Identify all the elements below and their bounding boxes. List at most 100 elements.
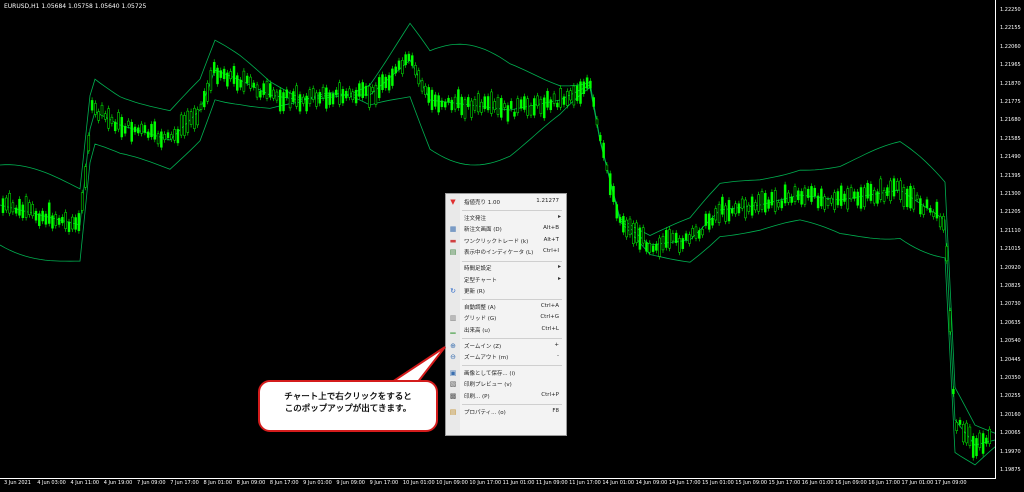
time-label: 15 Jun 17:00 [768, 480, 801, 486]
candle-body [391, 68, 394, 86]
candle-body [463, 99, 467, 119]
menu-item-label: 更新 (R) [464, 289, 485, 296]
candle-body [661, 236, 665, 251]
submenu-arrow-icon: ▸ [557, 212, 561, 220]
menu-item[interactable]: ▦ 新注文画面 (D) Alt+B [446, 224, 566, 235]
candle-body [305, 95, 308, 112]
candle-body [589, 80, 592, 89]
grid-icon: ▥ [449, 314, 457, 323]
candle-body [783, 184, 787, 204]
candle-body [981, 433, 985, 454]
time-label: 14 Jun 01:00 [602, 480, 635, 486]
price-label: 1.21965 [1000, 62, 1021, 69]
candle-body [87, 135, 91, 152]
menu-item-label: 新注文画面 (D) [464, 227, 502, 234]
candle-body [575, 85, 579, 101]
candle-body [298, 94, 302, 112]
candle-body [199, 103, 203, 110]
menu-item[interactable]: ▧ 印刷プレビュー (v) [446, 379, 566, 390]
candle-body [872, 189, 876, 204]
candle-body [820, 188, 823, 207]
menu-item[interactable]: 時間足設定 ▸ [446, 263, 566, 274]
menu-item[interactable]: ▼ 指値売り 1.00 1.21277 [446, 197, 566, 208]
candle-body [896, 181, 899, 191]
candle-body [397, 60, 401, 70]
callout-text: チャート上で右クリックをすると このポップアップが出てきます。 [260, 391, 436, 415]
menu-item[interactable]: ▬ ワンクリックトレード (k) Alt+T [446, 236, 566, 247]
sell-arrow-icon: ▼ [450, 198, 456, 206]
candle-body [909, 185, 912, 209]
candle-body [150, 123, 153, 138]
candle-body [123, 126, 127, 134]
candle-body [585, 77, 589, 89]
candle-body [364, 85, 368, 96]
zoom-out-icon: ⊖ [450, 353, 456, 362]
menu-item[interactable]: ⊖ ズームアウト (m) - [446, 352, 566, 363]
candle-body [130, 121, 133, 142]
candle-body [915, 194, 919, 200]
menu-item[interactable]: 自動調整 (A) Ctrl+A [446, 302, 566, 313]
candle-body [153, 121, 157, 140]
menu-item[interactable]: ⊕ ズームイン (Z) + [446, 341, 566, 352]
candle-body [104, 113, 107, 120]
candle-body [457, 89, 460, 109]
menu-item[interactable]: ▁ 出来高 (u) Ctrl+L [446, 325, 566, 336]
menu-item-label: ズームアウト (m) [464, 355, 509, 362]
candle-body [665, 230, 668, 248]
candle-body [546, 90, 549, 108]
candle-body [929, 207, 932, 213]
candle-body [176, 129, 180, 144]
menu-item[interactable]: ▣ 画像として保存... (i) [446, 368, 566, 379]
candle-body [255, 84, 259, 98]
menu-item-shortcut: F8 [552, 407, 559, 414]
candle-body [714, 208, 718, 221]
candle-body [519, 99, 523, 109]
candle-body [325, 87, 328, 109]
candle-body [925, 199, 929, 208]
candle-body [351, 91, 355, 100]
candle-body [612, 186, 615, 202]
menu-item[interactable]: ▩ 印刷... (P) Ctrl+P [446, 391, 566, 402]
candle-body [338, 82, 341, 105]
menu-item[interactable]: ▥ グリッド (G) Ctrl+G [446, 313, 566, 324]
candle-body [816, 195, 820, 209]
candle-body [430, 89, 434, 110]
menu-item-label: 画像として保存... (i) [464, 370, 516, 377]
candle-body [737, 203, 741, 214]
candle-body [892, 178, 896, 197]
candle-body [245, 75, 249, 84]
candle-body [275, 91, 279, 101]
menu-item[interactable]: ▤ 表示中のインディケータ (L) Ctrl+I [446, 247, 566, 258]
candle-body [978, 432, 982, 448]
candle-body [688, 234, 691, 244]
candle-body [420, 80, 424, 92]
candle-body [635, 222, 638, 243]
menu-item-label: ズームイン (Z) [464, 343, 502, 350]
candle-body [823, 196, 826, 210]
candle-body [764, 193, 767, 213]
menu-item-shortcut: Alt+B [543, 225, 559, 232]
candle-body [348, 88, 351, 98]
time-label: 4 Jun 11:00 [70, 480, 100, 486]
indicator-list-icon: ▤ [449, 248, 457, 257]
candle-body [658, 237, 661, 257]
candle-body [71, 216, 74, 230]
menu-item[interactable]: 定型チャート ▸ [446, 275, 566, 286]
candle-body [955, 422, 958, 431]
candle-body [203, 90, 206, 108]
refresh-icon: ↻ [450, 287, 456, 296]
candle-body [331, 93, 335, 105]
candle-body [905, 188, 909, 208]
candle-body [453, 96, 457, 110]
candle-body [945, 245, 949, 262]
candle-body [47, 202, 51, 224]
candle-body [863, 187, 866, 208]
candle-body [67, 221, 71, 232]
candle-body [529, 105, 533, 116]
candle-body [262, 83, 265, 95]
menu-item[interactable]: ↻ 更新 (R) [446, 286, 566, 297]
price-label: 1.21395 [1000, 172, 1021, 179]
menu-item[interactable]: ▤ プロパティ... (o) F8 [446, 407, 566, 418]
candle-body [839, 185, 843, 206]
menu-item[interactable]: 注文発注 ▸ [446, 213, 566, 224]
